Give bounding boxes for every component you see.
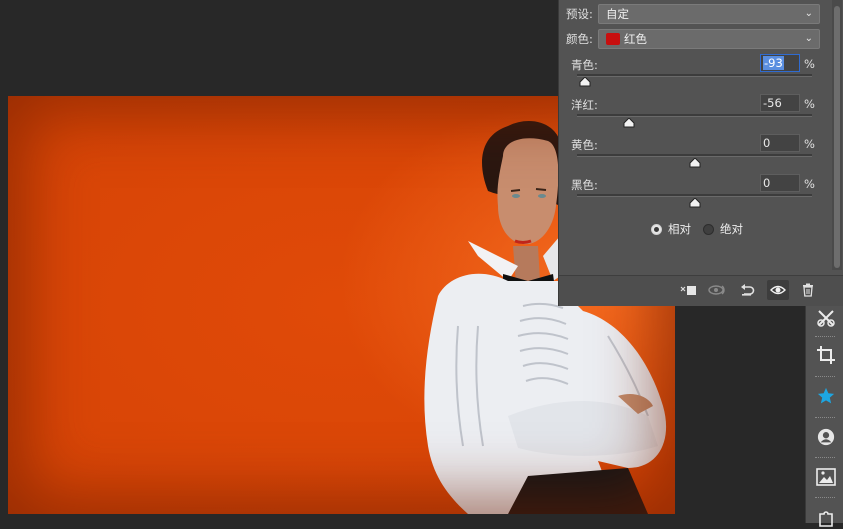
magenta-percent: %	[804, 97, 815, 111]
toolbar-divider	[815, 497, 835, 500]
chevron-down-icon: ⌄	[804, 33, 813, 44]
scrollbar-grip[interactable]	[834, 6, 840, 268]
method-radio-group: 相对 绝对	[651, 221, 749, 237]
reset-icon[interactable]	[736, 280, 758, 300]
toolbar-divider	[815, 417, 835, 420]
cyan-value-input[interactable]: -93	[760, 54, 800, 72]
cyan-percent: %	[804, 57, 815, 71]
preset-row: 预设:	[566, 4, 593, 24]
crop-icon[interactable]	[814, 343, 838, 367]
toolbar-divider	[815, 376, 835, 379]
black-label: 黑色:	[571, 178, 598, 192]
magenta-value-input[interactable]: -56	[760, 94, 800, 112]
brush-settings-icon[interactable]	[814, 306, 838, 330]
panel-footer	[559, 275, 843, 306]
cyan-slider-track[interactable]	[577, 74, 812, 77]
relative-radio[interactable]	[651, 223, 662, 235]
toolbar-divider	[815, 336, 835, 339]
colors-value: 红色	[624, 32, 647, 46]
black-slider-thumb[interactable]	[689, 198, 701, 208]
cyan-label: 青色:	[571, 58, 598, 72]
cyan-slider-thumb[interactable]	[579, 77, 591, 87]
absolute-label: 绝对	[720, 222, 743, 236]
absolute-radio[interactable]	[703, 223, 714, 235]
cyan-value-text: -93	[763, 56, 784, 70]
magenta-label: 洋红:	[571, 98, 598, 112]
black-value-input[interactable]: 0	[760, 174, 800, 192]
yellow-label: 黄色:	[571, 138, 598, 152]
black-slider-track[interactable]	[577, 194, 812, 197]
toolbar-divider	[815, 457, 835, 460]
visibility-icon[interactable]	[767, 280, 789, 300]
yellow-slider-thumb[interactable]	[689, 158, 701, 168]
magenta-slider-track[interactable]	[577, 114, 812, 117]
colors-label: 颜色:	[566, 32, 593, 46]
person-icon[interactable]	[814, 425, 838, 449]
image-icon[interactable]	[814, 465, 838, 489]
clip-to-layer-icon[interactable]	[677, 280, 699, 300]
black-percent: %	[804, 177, 815, 191]
preset-label: 预设:	[566, 7, 593, 21]
selective-color-panel: 预设: 自定 ⌄ 颜色: 红色 ⌄ 青色: -93 % 洋红: -56 % 黄色…	[558, 0, 843, 306]
yellow-slider-track[interactable]	[577, 154, 812, 157]
colors-row: 颜色:	[566, 29, 593, 49]
view-previous-icon[interactable]	[707, 280, 729, 300]
color-swatch-icon	[606, 33, 620, 45]
chevron-down-icon: ⌄	[804, 8, 813, 19]
star-icon[interactable]	[814, 384, 838, 408]
puzzle-icon[interactable]	[814, 505, 838, 529]
yellow-value-input[interactable]: 0	[760, 134, 800, 152]
yellow-percent: %	[804, 137, 815, 151]
preset-dropdown[interactable]: 自定 ⌄	[598, 4, 820, 24]
panel-scrollbar[interactable]	[832, 0, 842, 270]
relative-label: 相对	[668, 222, 691, 236]
preset-value: 自定	[606, 7, 629, 21]
right-toolbar	[805, 306, 843, 527]
magenta-slider-thumb[interactable]	[623, 118, 635, 128]
delete-icon[interactable]	[797, 280, 819, 300]
colors-dropdown[interactable]: 红色 ⌄	[598, 29, 820, 49]
